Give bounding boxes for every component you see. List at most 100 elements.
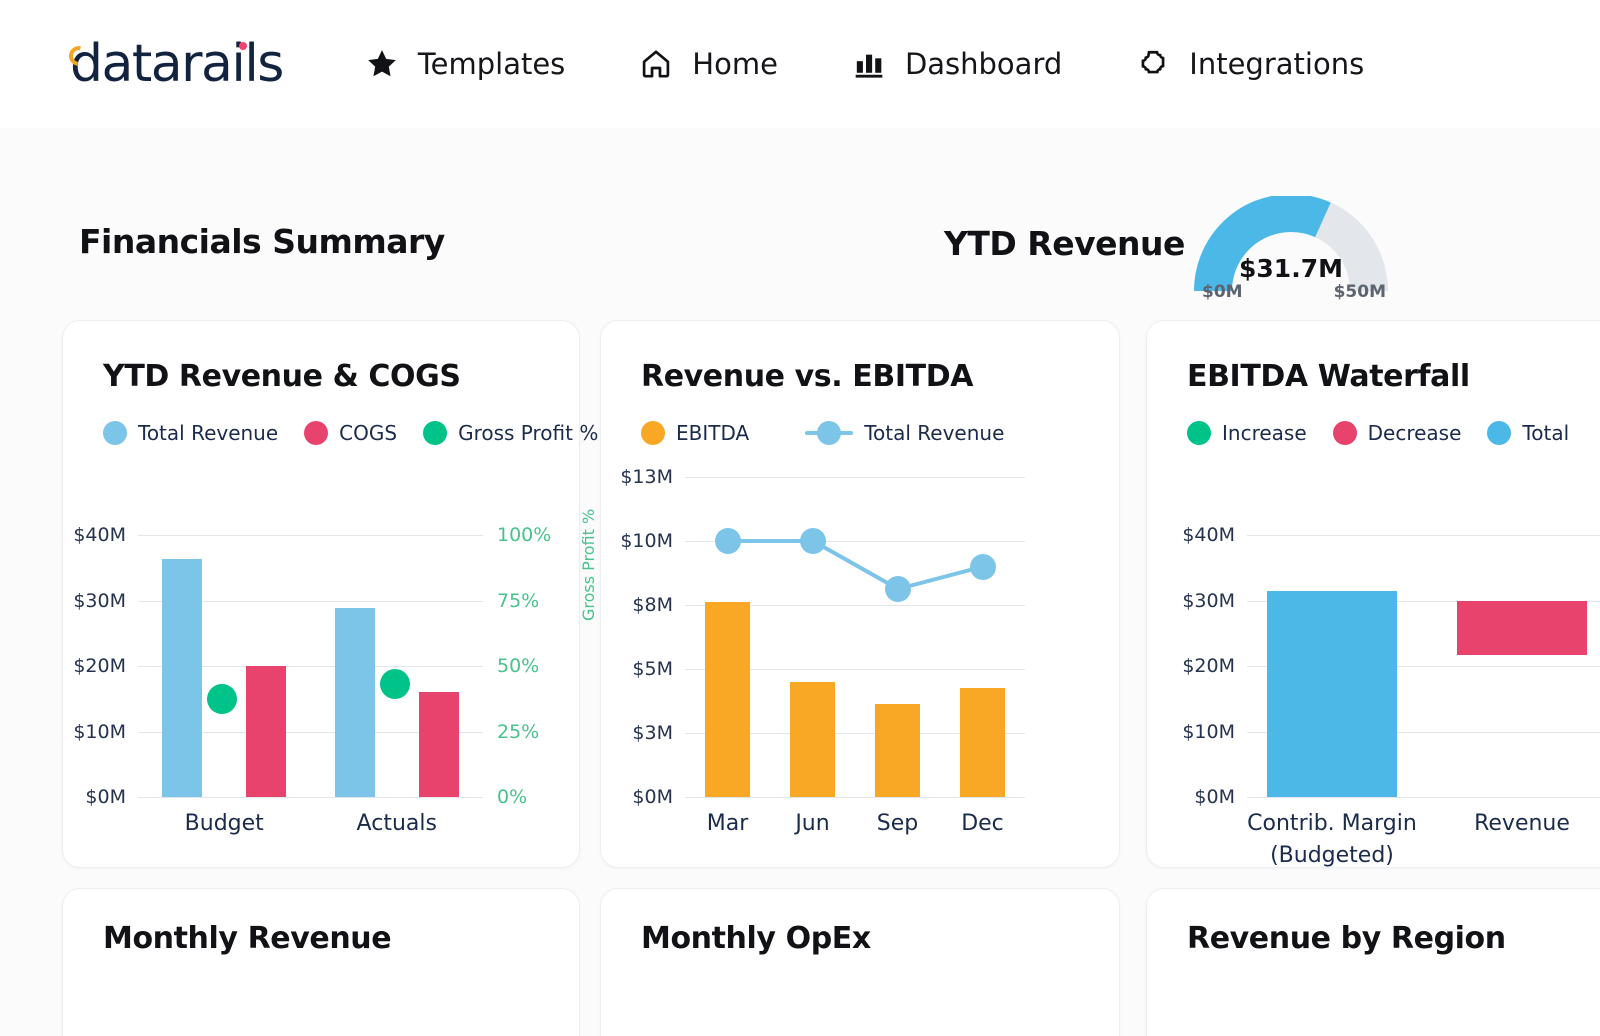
card-monthly-revenue[interactable]: Monthly Revenue bbox=[62, 888, 580, 1036]
legend-label: Decrease bbox=[1368, 421, 1462, 445]
legend-swatch-ebitda bbox=[641, 421, 665, 445]
x-axis-tick: Revenue bbox=[1422, 811, 1600, 836]
nav-item-integrations[interactable]: Integrations bbox=[1136, 47, 1364, 81]
bar-total-revenue bbox=[162, 559, 202, 797]
card-revenue-vs-ebitda[interactable]: Revenue vs. EBITDA EBITDA Total Revenue … bbox=[600, 320, 1120, 868]
y-axis-tick: $0M bbox=[85, 786, 126, 808]
y-axis-tick: $3M bbox=[632, 722, 673, 744]
gauge-max-label: $50M bbox=[1334, 282, 1386, 302]
ytd-revenue-kpi-title: YTD Revenue bbox=[944, 224, 1185, 263]
card-ebitda-waterfall[interactable]: EBITDA Waterfall Increase Decrease Total… bbox=[1146, 320, 1600, 868]
gridline bbox=[1247, 535, 1600, 536]
page-title: Financials Summary bbox=[79, 222, 445, 261]
legend-swatch-cogs bbox=[304, 421, 328, 445]
gauge-value-label: $31.7M bbox=[1192, 254, 1390, 283]
datarails-logo[interactable]: datarails bbox=[70, 34, 283, 94]
legend-item[interactable]: Increase bbox=[1187, 421, 1307, 445]
legend-item[interactable]: COGS bbox=[304, 421, 397, 445]
legend-item[interactable]: Total Revenue bbox=[805, 421, 1004, 445]
y-axis-tick: $20M bbox=[73, 655, 126, 677]
x-axis-tick: Mar bbox=[707, 811, 749, 836]
legend-item[interactable]: Total Revenue bbox=[103, 421, 278, 445]
gridline bbox=[138, 535, 483, 536]
nav-label-integrations: Integrations bbox=[1189, 47, 1364, 81]
x-axis-tick: Jun bbox=[795, 811, 829, 836]
dot-gross-profit bbox=[207, 684, 237, 714]
card-title-ytd-revenue-cogs: YTD Revenue & COGS bbox=[103, 359, 461, 394]
chart-revenue-vs-ebitda: $0M$3M$5M$8M$10M$13MMarJunSepDec bbox=[685, 477, 1025, 797]
gridline bbox=[138, 797, 483, 798]
y2-axis-tick: 75% bbox=[497, 590, 539, 612]
y-axis-tick: $30M bbox=[73, 590, 126, 612]
legend-item[interactable]: Decrease bbox=[1333, 421, 1462, 445]
gridline bbox=[1247, 797, 1600, 798]
chart-ytd-revenue-cogs: $0M$10M$20M$30M$40M0%25%50%75%100%Gross … bbox=[138, 535, 483, 797]
y2-axis-tick: 25% bbox=[497, 721, 539, 743]
nav-label-dashboard: Dashboard bbox=[905, 47, 1062, 81]
card-revenue-by-region[interactable]: Revenue by Region bbox=[1146, 888, 1600, 1036]
card-title-monthly-opex: Monthly OpEx bbox=[641, 921, 871, 956]
gridline bbox=[685, 797, 1025, 798]
dashboard-page: datarails Templates Home bbox=[0, 0, 1600, 1036]
x-axis-tick: Budget bbox=[185, 811, 264, 836]
y-axis-tick: $40M bbox=[73, 524, 126, 546]
nav-item-home[interactable]: Home bbox=[639, 47, 778, 81]
legend-item[interactable]: Total bbox=[1487, 421, 1569, 445]
ytd-revenue-gauge: $31.7M $0M $50M bbox=[1192, 196, 1390, 304]
nav-item-dashboard[interactable]: Dashboard bbox=[852, 47, 1062, 81]
legend-item[interactable]: Gross Profit % bbox=[423, 421, 598, 445]
card-monthly-opex[interactable]: Monthly OpEx bbox=[600, 888, 1120, 1036]
legend-label: Total bbox=[1522, 421, 1569, 445]
dot-total-revenue bbox=[970, 554, 996, 580]
dot-total-revenue bbox=[715, 528, 741, 554]
card-ytd-revenue-cogs[interactable]: YTD Revenue & COGS Total Revenue COGS Gr… bbox=[62, 320, 580, 868]
legend-swatch-total bbox=[1487, 421, 1511, 445]
dot-gross-profit bbox=[380, 669, 410, 699]
nav-label-templates: Templates bbox=[418, 47, 565, 81]
dot-total-revenue bbox=[800, 528, 826, 554]
x-axis-tick: Actuals bbox=[357, 811, 437, 836]
y-axis-tick: $10M bbox=[1182, 721, 1235, 743]
y-axis-tick: $10M bbox=[73, 721, 126, 743]
bar-total-revenue bbox=[335, 608, 375, 797]
bar-ebitda bbox=[705, 602, 750, 797]
legend-label: EBITDA bbox=[676, 421, 749, 445]
legend-ytd-revenue-cogs: Total Revenue COGS Gross Profit % bbox=[103, 421, 624, 445]
y-axis-tick: $30M bbox=[1182, 590, 1235, 612]
puzzle-icon bbox=[1136, 47, 1170, 81]
logo-dot-accent-icon bbox=[239, 42, 247, 50]
gridline bbox=[685, 477, 1025, 478]
home-icon bbox=[639, 47, 673, 81]
legend-label: Total Revenue bbox=[138, 421, 278, 445]
y-axis-tick: $0M bbox=[632, 786, 673, 808]
main-nav: Templates Home bbox=[365, 47, 1438, 81]
waterfall-bar-decrease bbox=[1457, 601, 1587, 655]
y2-axis-tick: 100% bbox=[497, 524, 551, 546]
y2-axis-tick: 50% bbox=[497, 655, 539, 677]
legend-label: Gross Profit % bbox=[458, 421, 598, 445]
card-title-monthly-revenue: Monthly Revenue bbox=[103, 921, 391, 956]
x-axis-tick: Dec bbox=[961, 811, 1004, 836]
card-title-revenue-by-region: Revenue by Region bbox=[1187, 921, 1506, 956]
app-header: datarails Templates Home bbox=[0, 0, 1600, 128]
y-axis-tick: $5M bbox=[632, 658, 673, 680]
bar-cogs bbox=[246, 666, 286, 797]
legend-ebitda-waterfall: Increase Decrease Total bbox=[1187, 421, 1595, 445]
card-title-ebitda-waterfall: EBITDA Waterfall bbox=[1187, 359, 1470, 394]
y-axis-tick: $40M bbox=[1182, 524, 1235, 546]
nav-item-templates[interactable]: Templates bbox=[365, 47, 565, 81]
bar-ebitda bbox=[790, 682, 835, 797]
chart-ebitda-waterfall: $0M$10M$20M$30M$40MContrib. Margin(Budge… bbox=[1247, 535, 1600, 797]
legend-label: COGS bbox=[339, 421, 397, 445]
logo-text: datarails bbox=[70, 34, 283, 94]
y2-axis-title: Gross Profit % bbox=[579, 509, 598, 621]
y-axis-tick: $13M bbox=[620, 466, 673, 488]
y2-axis-tick: 0% bbox=[497, 786, 527, 808]
legend-swatch-increase bbox=[1187, 421, 1211, 445]
legend-item[interactable]: EBITDA bbox=[641, 421, 749, 445]
x-axis-tick: Contrib. Margin bbox=[1232, 811, 1432, 836]
legend-swatch-total-revenue bbox=[805, 421, 853, 445]
y-axis-tick: $10M bbox=[620, 530, 673, 552]
legend-revenue-vs-ebitda: EBITDA Total Revenue bbox=[641, 421, 1030, 445]
star-icon bbox=[365, 47, 399, 81]
